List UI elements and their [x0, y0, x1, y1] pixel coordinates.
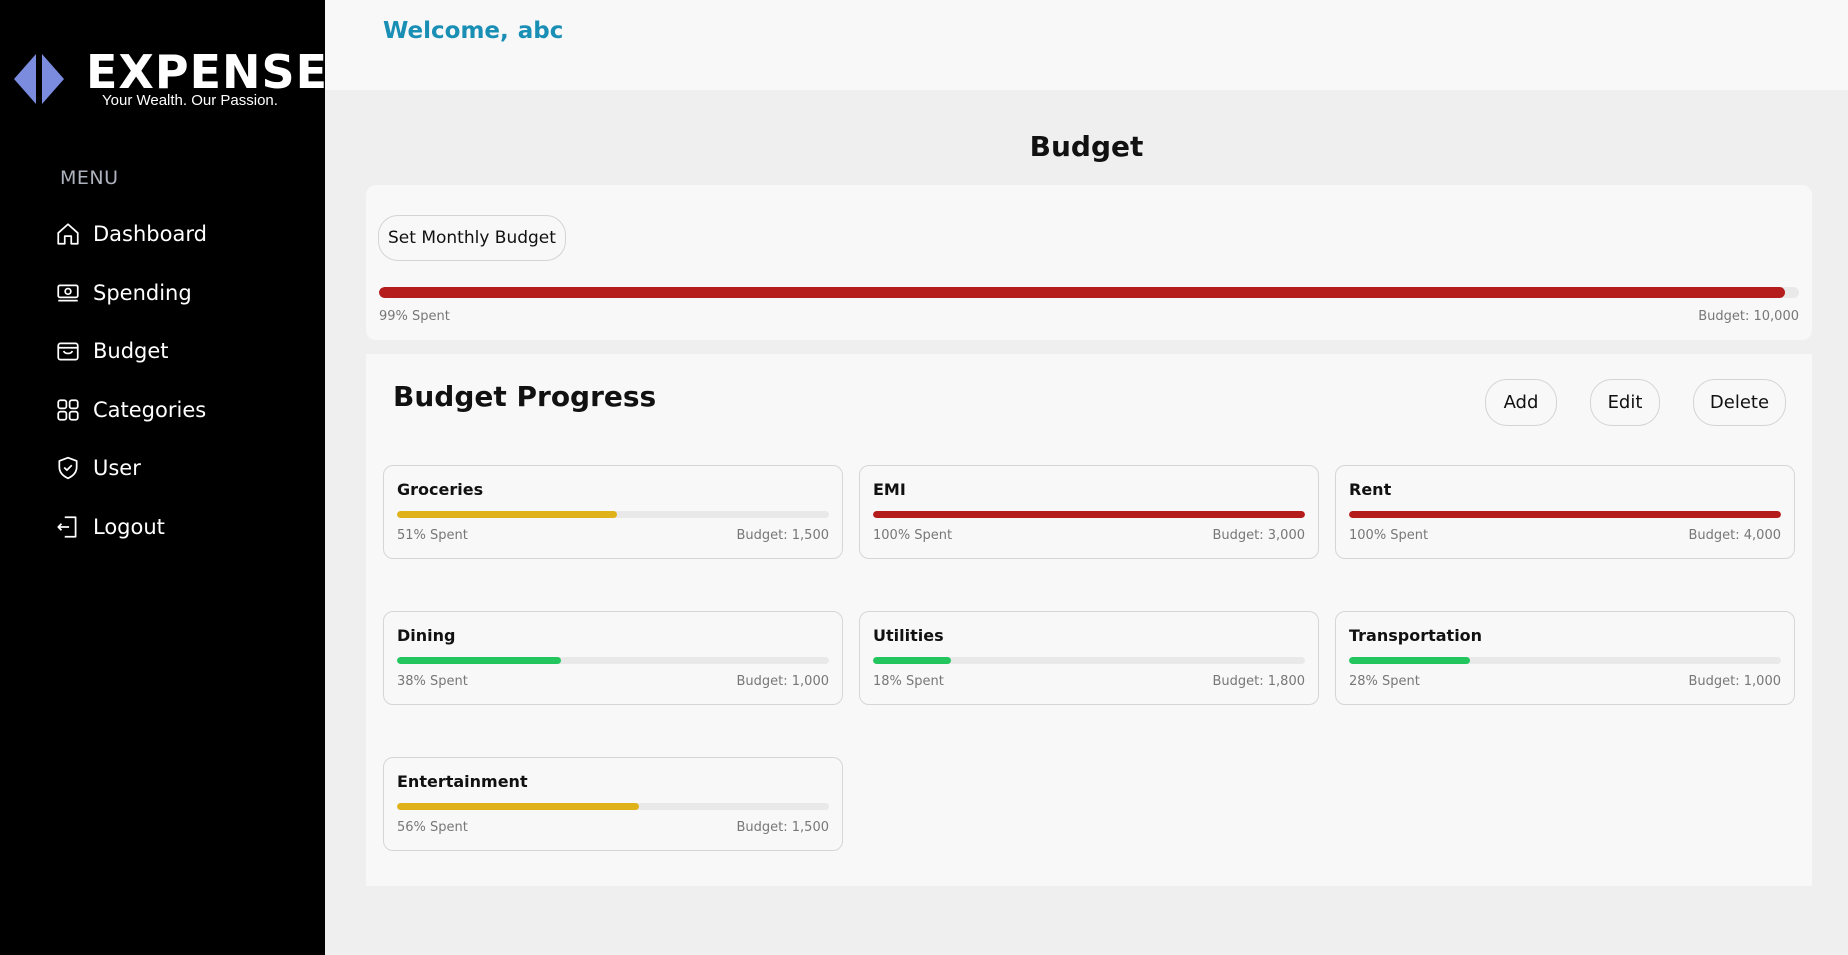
category-budget-amount: Budget: 1,500	[736, 528, 830, 543]
category-card-utilities[interactable]: Utilities 18% Spent Budget: 1,800	[859, 611, 1319, 705]
category-budget-amount: Budget: 1,000	[1688, 674, 1782, 689]
home-icon	[57, 223, 79, 245]
menu-label: MENU	[60, 167, 119, 189]
budget-progress-title: Budget Progress	[393, 380, 657, 413]
category-budget-amount: Budget: 3,000	[1212, 528, 1306, 543]
category-budget-amount: Budget: 1,000	[736, 674, 830, 689]
category-spent-text: 28% Spent	[1349, 674, 1420, 689]
grid-icon	[57, 399, 79, 421]
budget-progress-panel: Budget Progress Add Edit Delete Grocerie…	[366, 354, 1812, 886]
category-card-dining[interactable]: Dining 38% Spent Budget: 1,000	[383, 611, 843, 705]
sidebar-item-label: Spending	[93, 280, 192, 305]
category-spent-text: 38% Spent	[397, 674, 468, 689]
category-name: Transportation	[1349, 626, 1483, 645]
category-name: Entertainment	[397, 772, 528, 791]
category-budget-amount: Budget: 4,000	[1688, 528, 1782, 543]
category-spent-text: 18% Spent	[873, 674, 944, 689]
category-spent-text: 100% Spent	[1349, 528, 1429, 543]
category-spent-text: 100% Spent	[873, 528, 953, 543]
category-progress-bar	[1349, 657, 1781, 664]
page-title: Budget	[1029, 130, 1144, 163]
sidebar-nav: Dashboard Spending Budget Categories Use…	[55, 205, 315, 556]
category-progress-bar	[397, 803, 829, 810]
welcome-text: Welcome,	[383, 18, 509, 44]
set-monthly-budget-button[interactable]: Set Monthly Budget	[378, 215, 566, 261]
edit-button[interactable]: Edit	[1590, 379, 1660, 426]
category-progress-fill	[397, 657, 562, 664]
category-progress-fill	[873, 657, 951, 664]
category-card-rent[interactable]: Rent 100% Spent Budget: 4,000	[1335, 465, 1795, 559]
category-card-groceries[interactable]: Groceries 51% Spent Budget: 1,500	[383, 465, 843, 559]
category-card-entertainment[interactable]: Entertainment 56% Spent Budget: 1,500	[383, 757, 843, 851]
category-progress-bar	[397, 511, 829, 518]
category-budget-amount: Budget: 1,500	[736, 820, 830, 835]
category-progress-fill	[873, 511, 1305, 518]
sidebar-item-budget[interactable]: Budget	[55, 322, 315, 381]
sidebar: EXPENSE Your Wealth. Our Passion. MENU D…	[0, 0, 327, 955]
category-progress-fill	[1349, 511, 1781, 518]
monthly-budget-progress-fill	[379, 287, 1785, 298]
category-budget-amount: Budget: 1,800	[1212, 674, 1306, 689]
sidebar-item-label: User	[93, 456, 141, 481]
sidebar-item-label: Budget	[93, 339, 169, 364]
wallet-icon	[57, 342, 79, 361]
category-name: Utilities	[873, 626, 944, 645]
brand-logo[interactable]: EXPENSE Your Wealth. Our Passion.	[14, 46, 327, 110]
logout-icon	[57, 516, 77, 538]
category-name: Rent	[1349, 480, 1392, 499]
sidebar-item-spending[interactable]: Spending	[55, 264, 315, 323]
sidebar-item-label: Logout	[93, 514, 165, 539]
sidebar-item-user[interactable]: User	[55, 439, 315, 498]
monthly-budget-amount: Budget: 10,000	[1698, 309, 1799, 324]
monthly-spent-text: 99% Spent	[379, 309, 450, 324]
category-progress-fill	[397, 511, 618, 518]
welcome-message: Welcome, abc	[383, 18, 563, 44]
category-spent-text: 51% Spent	[397, 528, 468, 543]
category-progress-bar	[1349, 511, 1781, 518]
money-icon	[57, 284, 79, 302]
username: abc	[517, 18, 564, 44]
brand-name: EXPENSE	[86, 45, 329, 99]
shield-check-icon	[58, 457, 78, 480]
sidebar-item-logout[interactable]: Logout	[55, 498, 315, 557]
sidebar-item-label: Dashboard	[93, 222, 207, 247]
brand-tagline: Your Wealth. Our Passion.	[102, 92, 278, 109]
category-progress-bar	[873, 657, 1305, 664]
add-button[interactable]: Add	[1485, 379, 1557, 426]
delete-button[interactable]: Delete	[1693, 379, 1786, 426]
category-progress-bar	[397, 657, 829, 664]
category-progress-fill	[1349, 657, 1470, 664]
sidebar-item-label: Categories	[93, 397, 207, 422]
category-spent-text: 56% Spent	[397, 820, 468, 835]
category-progress-bar	[873, 511, 1305, 518]
monthly-budget-panel: Set Monthly Budget 99% Spent Budget: 10,…	[366, 185, 1812, 340]
category-progress-fill	[397, 803, 639, 810]
category-card-emi[interactable]: EMI 100% Spent Budget: 3,000	[859, 465, 1319, 559]
category-card-transportation[interactable]: Transportation 28% Spent Budget: 1,000	[1335, 611, 1795, 705]
monthly-budget-progress-bar	[379, 287, 1799, 298]
category-name: Groceries	[397, 480, 484, 499]
logo-mark-icon	[14, 54, 64, 104]
category-name: Dining	[397, 626, 456, 645]
top-bar: Welcome, abc	[325, 0, 1848, 90]
sidebar-item-dashboard[interactable]: Dashboard	[55, 205, 315, 264]
sidebar-item-categories[interactable]: Categories	[55, 381, 315, 440]
category-name: EMI	[873, 480, 906, 499]
